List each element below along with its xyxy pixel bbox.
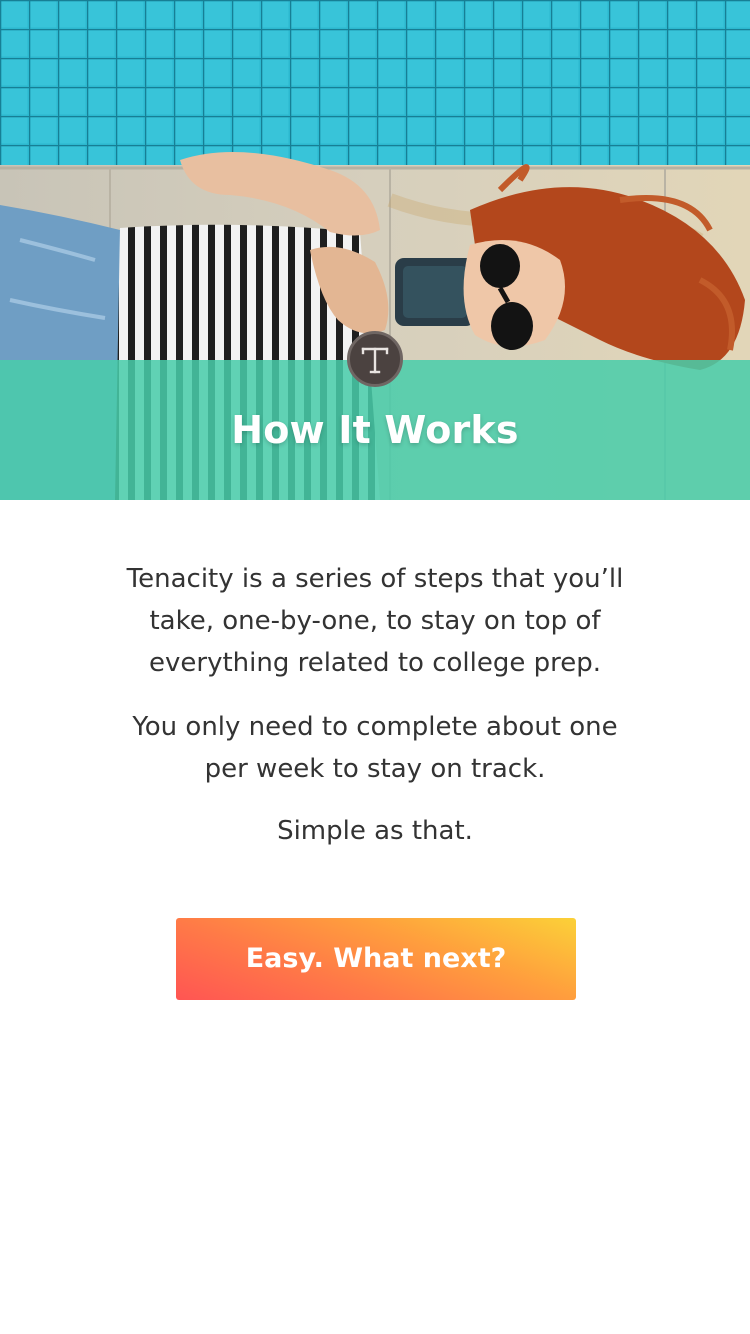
how-it-works-screen: How It Works Tenacity is a series of ste… — [0, 0, 750, 1334]
intro-paragraph-1: Tenacity is a series of steps that you’l… — [126, 564, 624, 678]
next-button[interactable]: Easy. What next? — [176, 918, 576, 1000]
intro-copy: Tenacity is a series of steps that you’l… — [110, 558, 640, 852]
intro-paragraph-2: You only need to complete about one per … — [132, 712, 618, 784]
page-title: How It Works — [231, 408, 519, 452]
tenacity-t-logo-icon — [347, 331, 403, 387]
hero-section: How It Works — [0, 0, 750, 500]
intro-paragraph-3: Simple as that. — [277, 816, 473, 846]
